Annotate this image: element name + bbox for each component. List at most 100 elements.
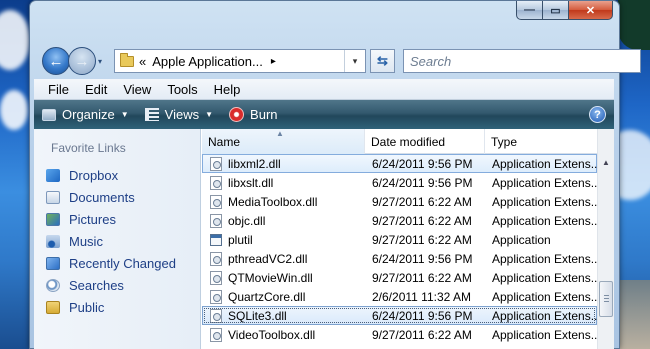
favorite-link-label: Recently Changed bbox=[69, 255, 176, 271]
address-path[interactable]: Apple Application... bbox=[152, 54, 263, 69]
help-icon: ? bbox=[594, 108, 601, 121]
minimize-button[interactable]: — bbox=[516, 1, 543, 20]
navigation-pane: Favorite Links Dropbox Documents Picture… bbox=[34, 129, 201, 349]
favorite-link-searches[interactable]: Searches bbox=[46, 274, 176, 296]
file-name: SQLite3.dll bbox=[228, 308, 287, 323]
desktop-palm bbox=[618, 0, 650, 50]
file-type: Application Extens... bbox=[492, 308, 597, 323]
favorite-link-label: Public bbox=[69, 299, 105, 315]
file-date: 9/27/2011 6:22 AM bbox=[372, 327, 472, 342]
file-row[interactable]: objc.dll 9/27/2011 6:22 AM Application E… bbox=[202, 211, 597, 230]
file-row[interactable]: pthreadVC2.dll 6/24/2011 9:56 PM Applica… bbox=[202, 249, 597, 268]
file-type: Application Extens... bbox=[492, 156, 597, 171]
help-button[interactable]: ? bbox=[589, 106, 606, 123]
file-date: 9/27/2011 6:22 AM bbox=[372, 270, 472, 285]
favorite-link-dropbox[interactable]: Dropbox bbox=[46, 164, 176, 186]
application-icon bbox=[210, 233, 222, 246]
dll-icon bbox=[210, 327, 222, 342]
file-name-cell: objc.dll bbox=[202, 213, 365, 228]
file-date: 6/24/2011 9:56 PM bbox=[372, 156, 473, 171]
favorite-link-label: Pictures bbox=[69, 211, 116, 227]
file-row[interactable]: MediaToolbox.dll 9/27/2011 6:22 AM Appli… bbox=[202, 192, 597, 211]
address-prefix[interactable]: « bbox=[139, 54, 146, 69]
file-rows: libxml2.dll 6/24/2011 9:56 PM Applicatio… bbox=[202, 154, 597, 344]
favorite-link-label: Dropbox bbox=[69, 167, 119, 183]
column-header-type[interactable]: Type bbox=[485, 129, 597, 154]
scroll-up-arrow-icon[interactable]: ▲ bbox=[598, 154, 614, 170]
sort-ascending-icon: ▲ bbox=[276, 129, 284, 138]
close-button[interactable]: ✕ bbox=[569, 1, 613, 20]
dll-icon bbox=[210, 308, 222, 323]
file-row[interactable]: plutil 9/27/2011 6:22 AM Application bbox=[202, 230, 597, 249]
column-header-label: Name bbox=[208, 134, 241, 149]
command-bar: Organize ▼ Views ▼ Burn ? bbox=[34, 100, 614, 129]
dll-icon bbox=[210, 289, 222, 304]
column-headers: Name ▲ Date modified Type bbox=[202, 129, 597, 154]
menu-view[interactable]: View bbox=[115, 82, 159, 97]
menu-help[interactable]: Help bbox=[206, 82, 249, 97]
file-name: pthreadVC2.dll bbox=[228, 251, 308, 266]
file-name-cell: libxml2.dll bbox=[202, 156, 365, 171]
desktop-shore bbox=[618, 280, 650, 349]
organize-icon bbox=[42, 108, 56, 121]
views-button[interactable]: Views ▼ bbox=[144, 107, 213, 122]
menu-tools[interactable]: Tools bbox=[159, 82, 205, 97]
file-name-cell: SQLite3.dll bbox=[202, 308, 365, 323]
folder-icon bbox=[120, 52, 134, 67]
address-bar[interactable]: « Apple Application... ▸ bbox=[114, 49, 366, 73]
column-header-label: Type bbox=[491, 134, 518, 149]
scrollbar-thumb[interactable] bbox=[599, 281, 613, 317]
file-row[interactable]: QuartzCore.dll 2/6/2011 11:32 AM Applica… bbox=[202, 287, 597, 306]
file-name: MediaToolbox.dll bbox=[228, 194, 318, 209]
file-date: 9/27/2011 6:22 AM bbox=[372, 213, 472, 228]
refresh-icon: ⇆ bbox=[377, 53, 388, 68]
organize-button[interactable]: Organize ▼ bbox=[42, 107, 129, 122]
column-header-date-modified[interactable]: Date modified bbox=[365, 129, 485, 154]
explorer-content: Favorite Links Dropbox Documents Picture… bbox=[34, 129, 614, 349]
refresh-button[interactable]: ⇆ bbox=[370, 49, 395, 73]
address-dropdown-button[interactable]: ▾ bbox=[344, 50, 365, 72]
burn-disc-icon bbox=[229, 107, 245, 122]
file-row[interactable]: libxslt.dll 6/24/2011 9:56 PM Applicatio… bbox=[202, 173, 597, 192]
file-name: QuartzCore.dll bbox=[228, 289, 306, 304]
chevron-right-icon[interactable]: ▸ bbox=[271, 56, 276, 67]
recently-changed-icon bbox=[46, 256, 60, 270]
burn-button[interactable]: Burn bbox=[229, 107, 278, 122]
dll-icon bbox=[210, 156, 222, 171]
window-controls: — ▭ ✕ bbox=[516, 1, 613, 20]
menu-edit[interactable]: Edit bbox=[77, 82, 115, 97]
recent-pages-dropdown[interactable]: ▾ bbox=[98, 57, 102, 66]
vertical-scrollbar[interactable]: ▲ bbox=[597, 129, 614, 349]
file-type: Application Extens... bbox=[492, 213, 597, 228]
public-folder-icon bbox=[46, 300, 60, 314]
file-type: Application Extens... bbox=[492, 251, 597, 266]
dll-icon bbox=[210, 213, 222, 228]
dll-icon bbox=[210, 270, 222, 285]
file-row[interactable]: QTMovieWin.dll 9/27/2011 6:22 AM Applica… bbox=[202, 268, 597, 287]
dropbox-icon bbox=[46, 168, 60, 182]
favorite-link-documents[interactable]: Documents bbox=[46, 186, 176, 208]
dll-icon bbox=[210, 175, 222, 190]
pictures-icon bbox=[46, 212, 60, 226]
file-name-cell: libxslt.dll bbox=[202, 175, 365, 190]
back-button[interactable]: ← bbox=[42, 47, 70, 75]
favorite-link-music[interactable]: Music bbox=[46, 230, 176, 252]
file-name: plutil bbox=[228, 232, 253, 247]
file-row[interactable]: SQLite3.dll 6/24/2011 9:56 PM Applicatio… bbox=[202, 306, 597, 325]
file-name: QTMovieWin.dll bbox=[228, 270, 313, 285]
desktop-cloud bbox=[0, 10, 30, 70]
menu-file[interactable]: File bbox=[40, 82, 77, 97]
favorite-link-label: Documents bbox=[69, 189, 135, 205]
search-box[interactable]: Search bbox=[403, 49, 641, 73]
favorite-links-list: Dropbox Documents Pictures Music Recentl… bbox=[46, 164, 176, 318]
file-date: 6/24/2011 9:56 PM bbox=[372, 175, 473, 190]
favorite-link-public[interactable]: Public bbox=[46, 296, 176, 318]
favorite-link-pictures[interactable]: Pictures bbox=[46, 208, 176, 230]
favorite-link-recently-changed[interactable]: Recently Changed bbox=[46, 252, 176, 274]
file-row[interactable]: libxml2.dll 6/24/2011 9:56 PM Applicatio… bbox=[202, 154, 597, 173]
file-row[interactable]: VideoToolbox.dll 9/27/2011 6:22 AM Appli… bbox=[202, 325, 597, 344]
forward-button[interactable]: → bbox=[68, 47, 96, 75]
search-input[interactable]: Search bbox=[410, 54, 451, 69]
column-header-name[interactable]: Name ▲ bbox=[202, 129, 365, 154]
maximize-button[interactable]: ▭ bbox=[543, 1, 569, 20]
